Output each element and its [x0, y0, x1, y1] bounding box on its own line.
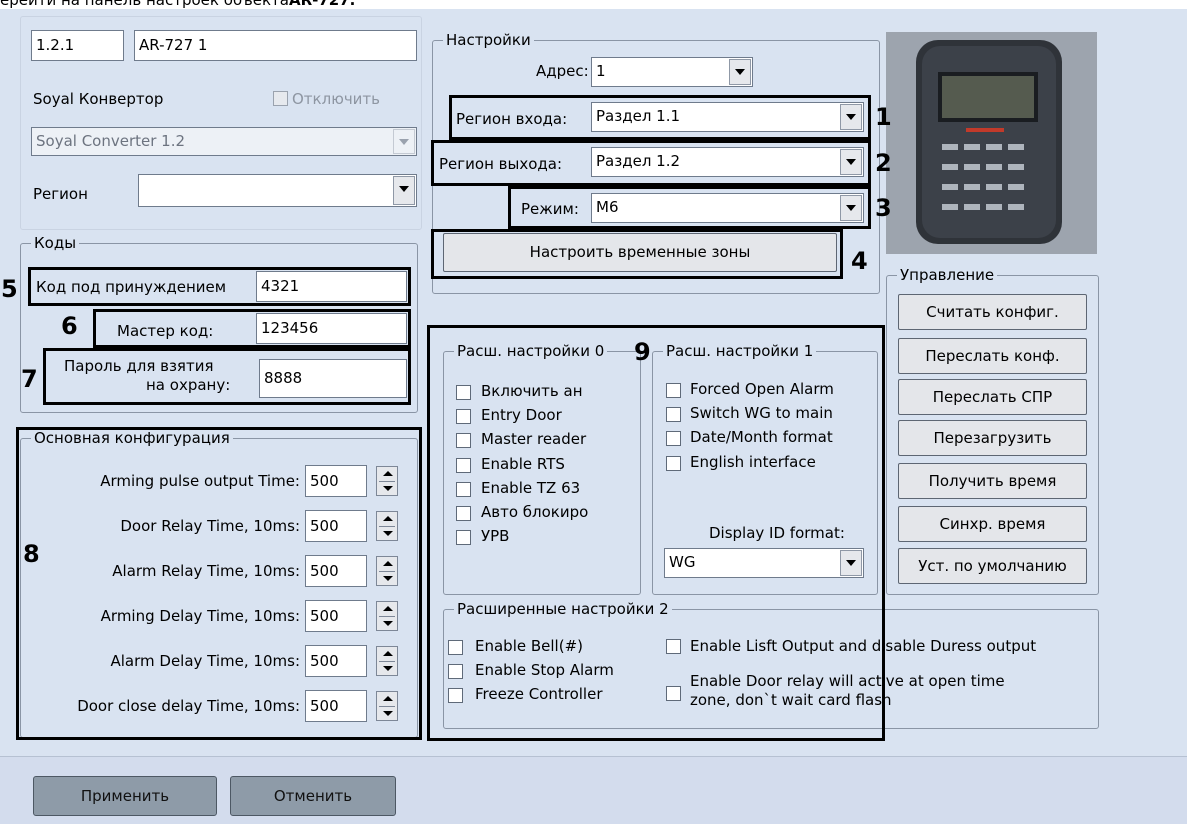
highlight-box-7 [43, 348, 411, 405]
control-button[interactable]: Переслать конф. [898, 338, 1087, 374]
control-button[interactable]: Получить время [898, 463, 1087, 499]
converter-label: Soyal Конвертор [33, 90, 164, 108]
highlight-box-1 [449, 95, 871, 140]
cancel-button[interactable]: Отменить [230, 776, 396, 816]
disable-checkbox[interactable] [273, 91, 288, 106]
device-name-field[interactable]: AR-727 1 [134, 30, 417, 61]
control-legend: Управление [897, 266, 998, 284]
marker-3: 3 [875, 194, 892, 222]
region-label: Регион [33, 185, 88, 203]
marker-8: 8 [23, 540, 40, 568]
control-button[interactable]: Синхр. время [898, 506, 1087, 542]
address-label: Адрес: [536, 62, 589, 80]
converter-select-value: Soyal Converter 1.2 [36, 132, 186, 150]
highlight-box-6 [93, 309, 411, 348]
converter-select[interactable]: Soyal Converter 1.2 [31, 127, 417, 156]
caption-text: ерейти на панель настроек объекта [0, 0, 289, 9]
page-caption: ерейти на панель настроек объектаAR-727. [0, 0, 355, 9]
chevron-down-icon [729, 59, 751, 85]
control-button[interactable]: Считать конфиг. [898, 294, 1087, 330]
control-button[interactable]: Переслать СПР [898, 379, 1087, 415]
codes-legend: Коды [31, 234, 80, 252]
highlight-box-3 [508, 186, 871, 229]
highlight-box-9 [427, 325, 885, 741]
keypad-reader-illustration [916, 40, 1062, 244]
highlight-box-5 [28, 267, 411, 306]
highlight-box-4 [431, 229, 843, 279]
marker-7: 7 [21, 365, 38, 393]
highlight-box-2 [431, 140, 871, 186]
chevron-down-icon [393, 129, 415, 154]
marker-4: 4 [851, 247, 868, 275]
control-button[interactable]: Перезагрузить [898, 420, 1087, 456]
device-image [886, 32, 1097, 254]
device-id-field[interactable]: 1.2.1 [31, 30, 124, 61]
marker-2: 2 [875, 149, 892, 177]
disable-label: Отключить [292, 90, 381, 108]
settings-legend: Настройки [443, 31, 534, 49]
apply-button[interactable]: Применить [33, 776, 217, 816]
chevron-down-icon [393, 176, 415, 205]
marker-6: 6 [61, 312, 78, 340]
marker-5: 5 [1, 275, 18, 303]
marker-1: 1 [875, 103, 892, 131]
control-button[interactable]: Уст. по умолчанию [898, 548, 1087, 584]
region-select[interactable] [138, 174, 417, 207]
highlight-box-8 [16, 427, 422, 740]
caption-bold: AR-727. [288, 0, 356, 9]
marker-9: 9 [634, 338, 651, 366]
address-select[interactable]: 1 [591, 57, 753, 87]
address-select-value: 1 [596, 62, 606, 80]
